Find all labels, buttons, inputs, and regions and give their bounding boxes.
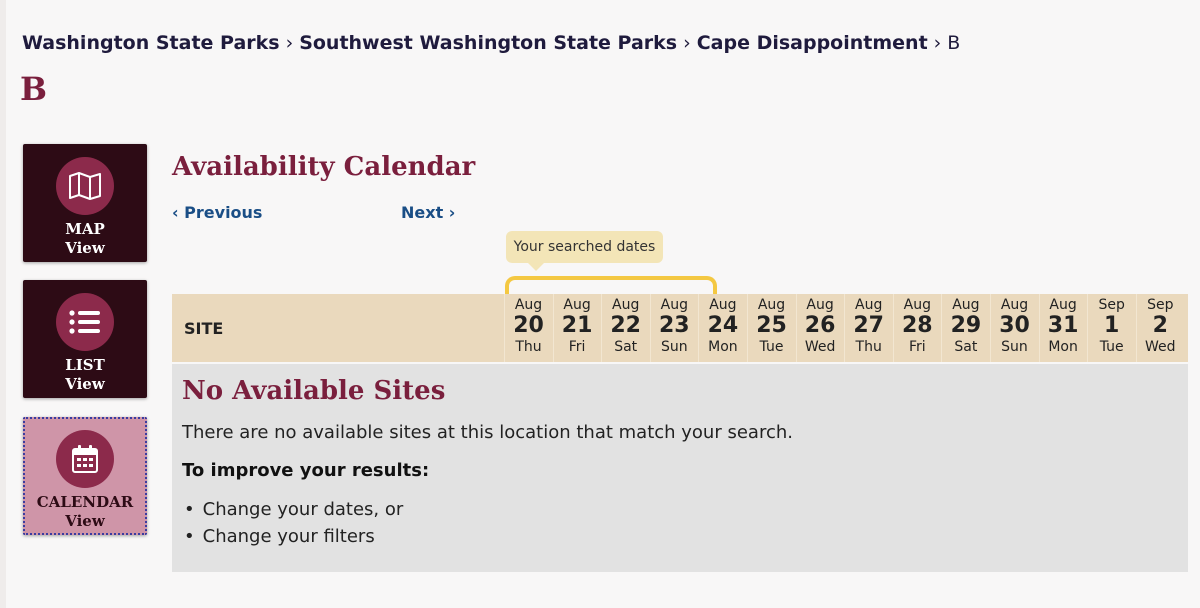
- date-month: Aug: [855, 297, 883, 313]
- date-column: Aug 23 Sun: [649, 294, 698, 362]
- next-link[interactable]: Next ›: [401, 203, 455, 222]
- date-weekday: Sat: [954, 339, 978, 355]
- date-day: 24: [707, 313, 739, 338]
- chevron-right-icon: ›: [933, 32, 942, 54]
- date-weekday: Sun: [660, 339, 688, 355]
- date-column: Aug 31 Mon: [1038, 294, 1087, 362]
- date-column: Sep 1 Tue: [1087, 294, 1135, 362]
- breadcrumb-current: B: [947, 32, 961, 54]
- date-weekday: Fri: [568, 339, 586, 355]
- calendar-title: Availability Calendar: [172, 152, 476, 182]
- previous-link[interactable]: ‹ Previous: [172, 203, 262, 222]
- date-month: Aug: [514, 297, 543, 313]
- date-weekday: Tue: [1099, 339, 1124, 355]
- date-month: Sep: [1098, 297, 1125, 313]
- date-column: Aug 27 Thu: [844, 294, 892, 362]
- improve-heading: To improve your results:: [182, 460, 430, 481]
- date-column: Aug 24 Mon: [698, 294, 746, 362]
- date-column: Aug 30 Sun: [990, 294, 1038, 362]
- date-weekday: Thu: [855, 339, 882, 355]
- date-weekday: Wed: [804, 339, 836, 355]
- date-month: Sep: [1147, 297, 1174, 313]
- date-day: 20: [513, 313, 544, 338]
- date-day: 1: [1104, 313, 1120, 338]
- date-day: 30: [999, 313, 1030, 338]
- date-day: 29: [950, 313, 982, 338]
- map-view-button[interactable]: MAP View: [23, 144, 147, 262]
- date-weekday: Tue: [759, 339, 784, 355]
- date-month: Aug: [1000, 297, 1029, 313]
- date-column: Aug 26 Wed: [795, 294, 844, 362]
- date-column: Aug 28 Fri: [892, 294, 941, 362]
- breadcrumb-link-washington-state-parks[interactable]: Washington State Parks: [22, 32, 280, 54]
- date-month: Aug: [903, 297, 931, 313]
- date-day: 23: [658, 313, 690, 338]
- calendar-icon: [56, 430, 114, 488]
- list-view-label: LIST View: [65, 356, 105, 393]
- date-column: Aug 29 Sat: [941, 294, 989, 362]
- date-column: Aug 20 Thu: [504, 294, 552, 362]
- breadcrumb-link-cape-disappointment[interactable]: Cape Disappointment: [697, 32, 928, 54]
- date-month: Aug: [952, 297, 980, 313]
- no-sites-message: There are no available sites at this loc…: [182, 422, 793, 443]
- results-panel: No Available Sites There are no availabl…: [172, 364, 1188, 572]
- date-weekday: Mon: [708, 339, 738, 355]
- no-sites-heading: No Available Sites: [182, 376, 446, 406]
- date-day: 21: [561, 313, 593, 338]
- breadcrumb: Washington State Parks › Southwest Washing…: [22, 32, 960, 54]
- date-day: 27: [853, 313, 884, 338]
- map-view-label: MAP View: [65, 220, 105, 257]
- breadcrumb-link-southwest-washington[interactable]: Southwest Washington State Parks: [299, 32, 677, 54]
- tips-list: Change your dates, or Change your filter…: [182, 496, 404, 550]
- list-item: Change your dates, or: [182, 496, 404, 523]
- date-column: Aug 21 Fri: [552, 294, 601, 362]
- date-day: 31: [1047, 313, 1079, 338]
- date-weekday: Fri: [908, 339, 926, 355]
- list-icon: [56, 293, 114, 351]
- map-icon: [56, 157, 114, 215]
- list-view-button[interactable]: LIST View: [23, 280, 147, 398]
- date-day: 26: [804, 313, 836, 338]
- date-weekday: Mon: [1048, 339, 1078, 355]
- date-weekday: Thu: [515, 339, 542, 355]
- date-weekday: Sun: [1001, 339, 1028, 355]
- date-column: Aug 22 Sat: [601, 294, 649, 362]
- date-weekday: Sat: [614, 339, 638, 355]
- date-column: Aug 25 Tue: [747, 294, 795, 362]
- date-month: Aug: [563, 297, 591, 313]
- searched-dates-tooltip: Your searched dates: [506, 231, 663, 271]
- left-edge: [0, 0, 6, 608]
- calendar-header-row: SITE Aug 20 Thu Aug 21 Fri Aug 22 Sat Aug 23 Sun Aug…: [172, 294, 1188, 362]
- date-month: Aug: [612, 297, 640, 313]
- date-month: Aug: [1049, 297, 1077, 313]
- date-day: 22: [610, 313, 641, 338]
- site-column-header: SITE: [184, 319, 224, 338]
- date-day: 2: [1152, 313, 1168, 338]
- date-month: Aug: [709, 297, 737, 313]
- chevron-right-icon: ›: [683, 32, 691, 54]
- date-day: 25: [756, 313, 787, 338]
- date-day: 28: [901, 313, 933, 338]
- page-title: B: [20, 70, 48, 108]
- date-month: Aug: [660, 297, 688, 313]
- searched-dates-bracket: [505, 276, 717, 294]
- list-item: Change your filters: [182, 523, 403, 550]
- calendar-view-label: CALENDAR View: [36, 493, 134, 530]
- date-month: Aug: [806, 297, 834, 313]
- calendar-view-button[interactable]: CALENDAR View: [23, 417, 147, 535]
- chevron-right-icon: ›: [285, 32, 294, 54]
- date-weekday: Wed: [1145, 339, 1176, 355]
- date-month: Aug: [757, 297, 786, 313]
- date-column: Sep 2 Wed: [1135, 294, 1184, 362]
